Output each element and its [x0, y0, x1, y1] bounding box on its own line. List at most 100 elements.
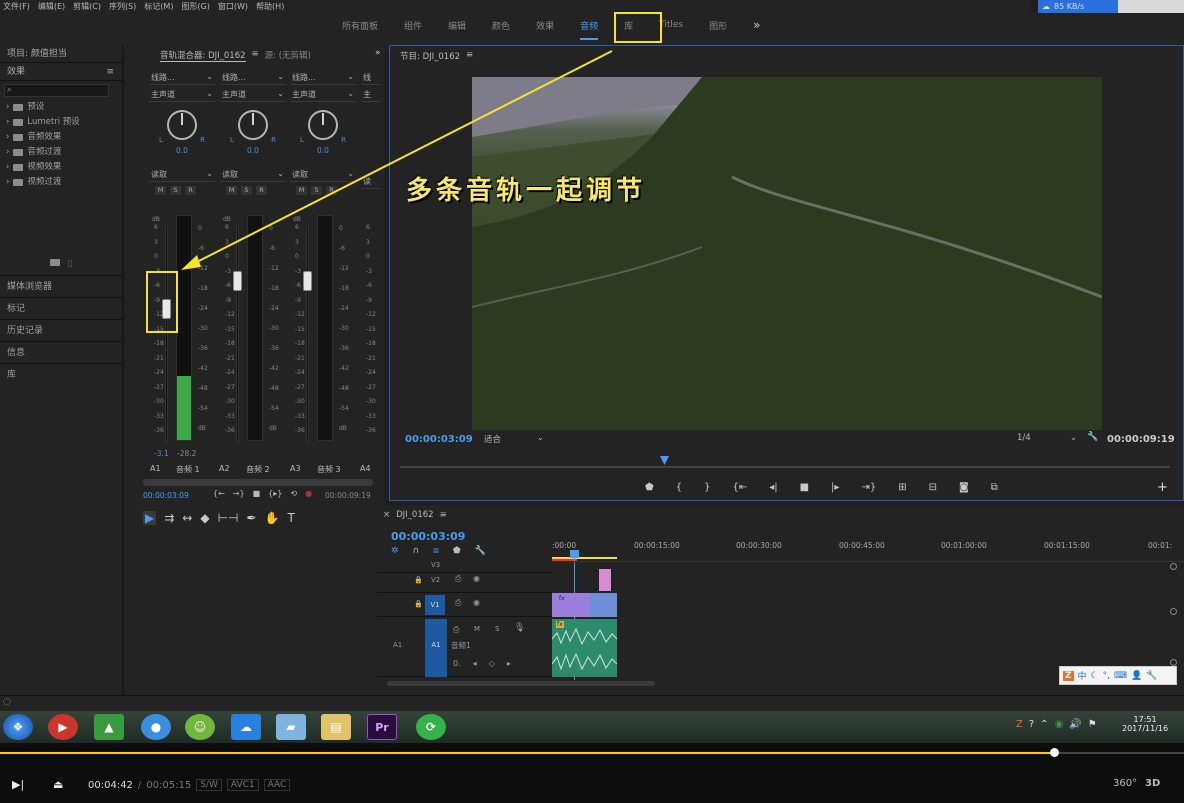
track-target-v1[interactable]: V1 — [425, 595, 445, 615]
play-pause-icon[interactable]: ▶| — [12, 778, 24, 791]
channel-name-a3[interactable]: 音频 3 — [317, 464, 341, 475]
clip-audio-a1[interactable]: fx — [552, 619, 617, 677]
ws-graphics[interactable]: 图形 — [709, 19, 727, 32]
frog-app-icon[interactable]: ☺ — [185, 714, 215, 740]
ws-effects[interactable]: 效果 — [536, 19, 554, 32]
loop-icon[interactable]: ⟲ — [290, 489, 297, 498]
player-progress-track[interactable] — [1054, 752, 1184, 754]
go-to-in-icon[interactable]: {⇤ — [732, 482, 747, 493]
close-icon[interactable]: × — [383, 510, 390, 520]
step-back-icon[interactable]: ◂| — [769, 482, 777, 493]
mark-out-icon[interactable]: } — [704, 482, 710, 493]
ripple-edit-icon[interactable]: ↔ — [182, 511, 192, 525]
project-tab[interactable]: 项目: 颜值担当 — [0, 45, 122, 63]
network-tray-icon[interactable]: ◉ — [1055, 719, 1064, 730]
nest-icon[interactable]: ✲ — [391, 546, 399, 556]
menu-edit[interactable]: 编辑(E) — [38, 1, 65, 12]
help-icon[interactable]: ? — [1029, 719, 1034, 730]
tree-item-lumetri[interactable]: › Lumetri 预设 — [0, 115, 122, 130]
ws-all-panels[interactable]: 所有面板 — [342, 19, 378, 32]
punct-icon[interactable]: °, — [1103, 671, 1110, 681]
3d-button[interactable]: 3D — [1145, 778, 1160, 789]
track-target-a1[interactable]: A1 — [425, 619, 447, 677]
menu-help[interactable]: 帮助(H) — [256, 1, 284, 12]
volume-icon[interactable]: 0. — [453, 659, 461, 668]
tree-item-audio-effects[interactable]: › 音频效果 — [0, 130, 122, 145]
vr-360-button[interactable]: 360° — [1113, 778, 1137, 789]
track-select-icon[interactable]: ⇉ — [164, 511, 174, 525]
slip-icon[interactable]: ⊢⊣ — [218, 511, 239, 525]
add-button[interactable]: + — [1157, 480, 1168, 495]
menu-file[interactable]: 文件(F) — [3, 1, 30, 12]
mute-button[interactable]: M — [474, 625, 480, 633]
sync-icon[interactable]: ⎙ — [455, 574, 461, 584]
player-progress-fill[interactable] — [0, 752, 1054, 754]
sync-icon[interactable]: ⎙ — [453, 625, 459, 635]
panel-menu-icon[interactable]: ≡ — [440, 510, 447, 520]
solo-button[interactable]: S — [495, 625, 499, 633]
tray-clock[interactable]: 17:51 2017/11/16 — [1122, 715, 1168, 733]
play-in-out-icon[interactable]: {▸} — [268, 489, 282, 498]
media-player-app-icon[interactable]: ▶ — [48, 714, 78, 740]
snap-icon[interactable]: ∩ — [413, 546, 420, 556]
mixer-scrollbar[interactable] — [143, 479, 373, 486]
tree-item-video-transitions[interactable]: › 视频过渡 — [0, 175, 122, 190]
start-button-icon[interactable]: ❖ — [3, 714, 33, 740]
ws-editing[interactable]: 编辑 — [448, 19, 466, 32]
razor-icon[interactable]: ◆ — [200, 511, 209, 525]
effects-search-input[interactable]: ⌕ — [4, 84, 109, 97]
tree-item-presets[interactable]: › 预设 — [0, 100, 122, 115]
volume-tray-icon[interactable]: 🔊 — [1069, 719, 1081, 730]
clip-video-v1[interactable]: fx — [552, 593, 617, 617]
add-marker-icon[interactable]: ⬟ — [645, 482, 654, 493]
moon-icon[interactable]: ☾ — [1091, 671, 1099, 681]
green-app-icon[interactable]: ▲ — [94, 714, 124, 740]
selection-tool-icon[interactable]: ▶ — [143, 511, 157, 525]
clip-segment[interactable] — [590, 593, 617, 617]
premiere-pro-app-icon[interactable]: Pr — [367, 714, 397, 740]
scroll-handle-icon[interactable] — [1170, 659, 1177, 666]
step-forward-icon[interactable]: |▸ — [831, 482, 839, 493]
notebook-app-icon[interactable]: ▰ — [276, 714, 306, 740]
baidu-cloud-app-icon[interactable]: ☁ — [231, 714, 261, 740]
ws-more-button[interactable]: » — [753, 18, 760, 32]
lock-icon[interactable]: 🔒 — [414, 600, 423, 608]
section-libraries[interactable]: 库 — [0, 363, 122, 385]
volume-fader-track[interactable] — [165, 225, 168, 443]
linked-select-icon[interactable]: ⧈ — [433, 546, 439, 556]
add-marker-icon[interactable]: ⬟ — [453, 546, 461, 556]
flag-icon[interactable]: ⚑ — [1088, 719, 1097, 730]
menu-sequence[interactable]: 序列(S) — [109, 1, 136, 12]
menu-graphics[interactable]: 图形(G) — [181, 1, 209, 12]
wrench-icon[interactable]: 🔧 — [1146, 671, 1157, 681]
zoom-fit-dropdown[interactable]: 适合 ⌄ — [484, 433, 544, 446]
section-info[interactable]: 信息 — [0, 341, 122, 363]
timeline-timecode[interactable]: 00:00:03:09 — [391, 530, 465, 543]
ws-color[interactable]: 颜色 — [492, 19, 510, 32]
effects-title[interactable]: 效果 ≡ — [0, 63, 122, 81]
next-keyframe-icon[interactable]: ▸ — [507, 659, 511, 668]
tree-item-video-effects[interactable]: › 视频效果 — [0, 160, 122, 175]
file-explorer-icon[interactable]: ▤ — [321, 714, 351, 740]
eye-icon[interactable]: ◉ — [473, 574, 480, 583]
section-markers[interactable]: 标记 — [0, 297, 122, 319]
extract-icon[interactable]: ⊟ — [929, 482, 937, 493]
stop-icon[interactable]: ■ — [253, 489, 261, 498]
channel-name-a1[interactable]: 音频 1 — [176, 464, 200, 475]
time-ruler[interactable]: :00:00 00:00:15:00 00:00:30:00 00:00:45:… — [552, 541, 1184, 555]
go-to-out-icon[interactable]: ⇥} — [861, 482, 876, 493]
channel-name-a2[interactable]: 音频 2 — [246, 464, 270, 475]
camera-icon[interactable]: ◙ — [959, 482, 969, 493]
panel-menu-icon[interactable]: ≡ — [106, 63, 114, 80]
scroll-handle-icon[interactable] — [1170, 608, 1177, 615]
ws-assembly[interactable]: 组件 — [404, 19, 422, 32]
ws-audio[interactable]: 音频 — [580, 19, 599, 40]
player-progress-handle[interactable] — [1050, 748, 1059, 757]
timeline-h-scrollbar[interactable] — [387, 681, 655, 686]
menu-marker[interactable]: 标记(M) — [144, 1, 173, 12]
eye-icon[interactable]: ◉ — [473, 598, 480, 607]
user-icon[interactable]: 👤 — [1131, 671, 1142, 681]
prev-keyframe-icon[interactable]: ◂ — [473, 659, 477, 668]
ime-toolbar[interactable]: Z 中 ☾ °, ⌨ 👤 🔧 — [1059, 666, 1177, 685]
bird-app-icon[interactable]: ● — [141, 714, 171, 740]
